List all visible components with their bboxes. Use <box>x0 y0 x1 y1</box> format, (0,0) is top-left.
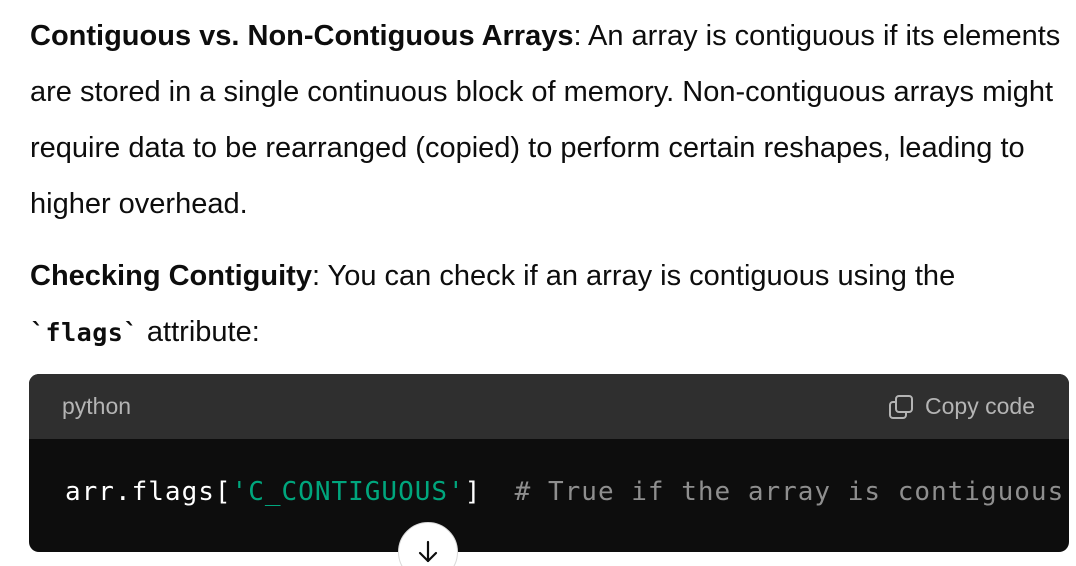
paragraph-checking-tail: attribute: <box>138 316 260 348</box>
code-token-string: 'C_CONTIGUOUS' <box>231 477 465 507</box>
paragraph-checking: Checking Contiguity: You can check if an… <box>30 248 1070 361</box>
paragraph-checking-text: : You can check if an array is contiguou… <box>311 260 956 292</box>
code-token-prefix: arr.flags[ <box>65 477 232 507</box>
code-language-label: python <box>62 393 132 419</box>
code-token-suffix: ] <box>464 477 515 507</box>
paragraph-contiguous: Contiguous vs. Non-Contiguous Arrays: An… <box>30 8 1070 232</box>
arrow-down-icon <box>415 539 441 566</box>
code-token-comment: # True if the array is contiguous <box>514 477 1065 507</box>
code-block-header: python Copy code <box>29 374 1069 439</box>
term-contiguous: Contiguous vs. Non-Contiguous Arrays <box>30 20 574 52</box>
code-body[interactable]: arr.flags['C_CONTIGUOUS'] # True if the … <box>29 439 1069 507</box>
copy-code-button[interactable]: Copy code <box>887 393 1035 421</box>
inline-code-flags: `flags` <box>30 318 139 347</box>
copy-code-label: Copy code <box>925 393 1035 419</box>
copy-icon <box>887 393 915 421</box>
code-block: python Copy code arr.flags['C_CONTIGUOUS… <box>29 374 1069 552</box>
message-content: Contiguous vs. Non-Contiguous Arrays: An… <box>30 8 1070 361</box>
term-checking-contiguity: Checking Contiguity <box>30 260 312 292</box>
